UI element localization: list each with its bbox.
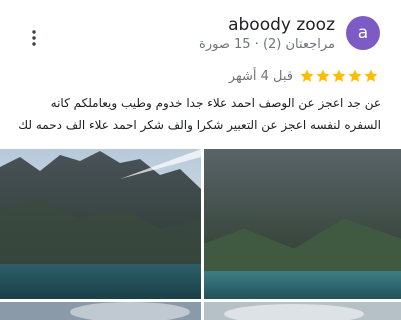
- rating-row: قبل 4 أشهر: [229, 68, 379, 84]
- review-text: عن جد اعجز عن الوصف احمد علاء جدا خدوم و…: [18, 96, 381, 132]
- lake-mountains-photo: [0, 149, 201, 299]
- user-meta: مراجعتان (2) · 15 صورة: [199, 37, 335, 52]
- sky-photo: [0, 302, 201, 320]
- more-vert-icon: [32, 30, 36, 46]
- review-card: a aboody zooz مراجعتان (2) · 15 صورة قبل…: [0, 0, 401, 320]
- star-icon: [316, 69, 330, 82]
- review-photo[interactable]: [204, 302, 401, 320]
- star-icon: [348, 69, 362, 82]
- review-photo[interactable]: [0, 149, 201, 299]
- sky-photo: [204, 302, 401, 320]
- star-icon: [364, 69, 378, 82]
- lake-mountains-photo: [204, 149, 401, 299]
- star-icon: [332, 69, 346, 82]
- star-icon: [300, 69, 314, 82]
- star-rating: [299, 68, 379, 84]
- more-options-button[interactable]: [22, 26, 46, 50]
- review-photo[interactable]: [0, 302, 201, 320]
- review-photo[interactable]: [204, 149, 401, 299]
- user-name[interactable]: aboody zooz: [228, 15, 335, 35]
- avatar[interactable]: a: [346, 16, 380, 50]
- relative-time: قبل 4 أشهر: [228, 68, 293, 84]
